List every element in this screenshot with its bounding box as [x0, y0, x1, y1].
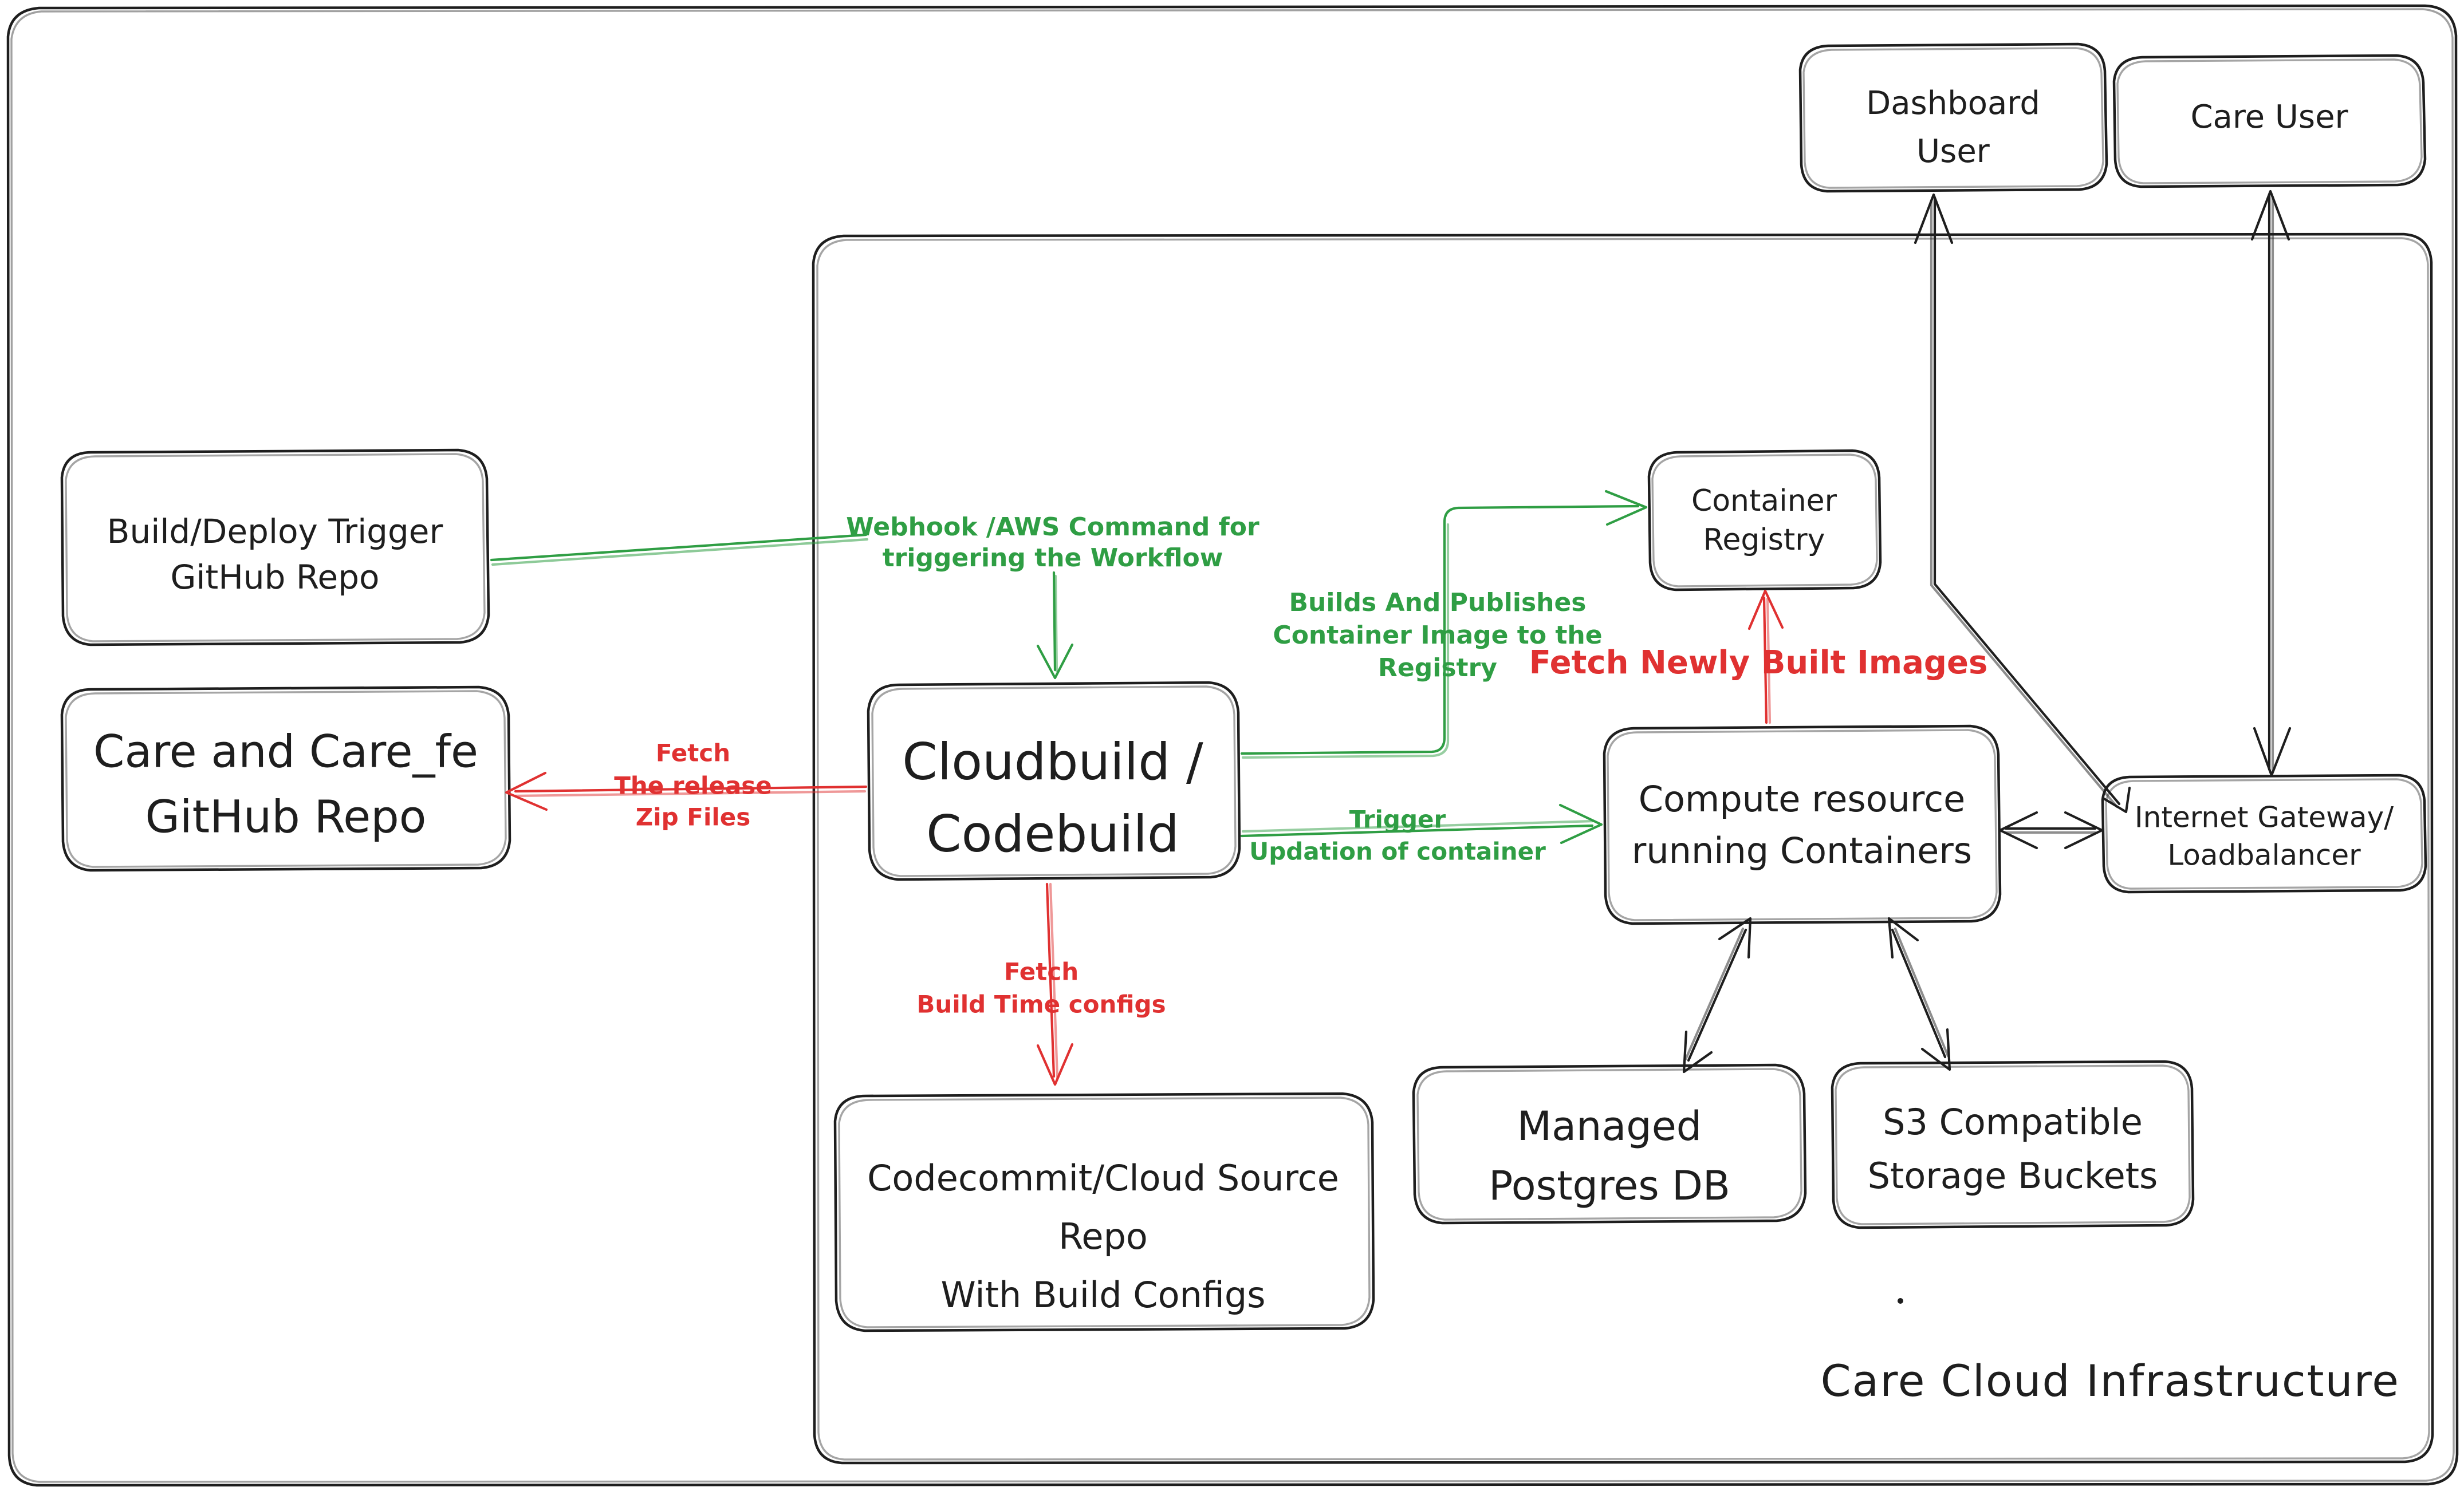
diagram-canvas: Care Cloud Infrastructure Build/Deploy T… — [6, 4, 2459, 1487]
node-care-user[interactable]: Care User — [2112, 54, 2427, 188]
node-label-line: Loadbalancer — [2167, 839, 2361, 872]
node-label-line: running Containers — [1632, 830, 1972, 871]
edge-compute-to-s3 — [1887, 917, 1951, 1071]
node-dashboard-user[interactable]: Dashboard User — [1798, 42, 2108, 193]
edge-label-fetch-newly-built-images: Fetch Newly Built Images — [1529, 644, 1988, 681]
edge-label-line: The release — [614, 772, 772, 800]
node-compute-resource[interactable]: Compute resource running Containers — [1603, 724, 2002, 925]
edge-label-fetch-build-time-configs: Fetch Build Time configs — [916, 958, 1166, 1019]
node-label-line: GitHub Repo — [145, 791, 426, 843]
node-label-line: Internet Gateway/ — [2135, 801, 2394, 834]
node-managed-postgres-db[interactable]: Managed Postgres DB — [1412, 1063, 1807, 1225]
edge-label-line: Webhook /AWS Command for — [846, 512, 1259, 542]
node-label-line: With Build Configs — [940, 1274, 1265, 1316]
node-label-line: Care User — [2190, 98, 2348, 136]
node-s3-storage-buckets[interactable]: S3 Compatible Storage Buckets — [1831, 1060, 2195, 1229]
edge-label-line: Builds And Publishes — [1289, 588, 1587, 617]
edge-label-line: Updation of container — [1249, 838, 1546, 866]
node-internet-gateway-loadbalancer[interactable]: Internet Gateway/ Loadbalancer — [2101, 774, 2427, 894]
edge-gateway-to-dashboard-user — [1914, 193, 2131, 814]
edge-label-line: Zip Files — [636, 803, 751, 831]
edge-label-line: Fetch — [1004, 958, 1079, 986]
node-build-deploy-trigger[interactable]: Build/Deploy Trigger GitHub Repo — [60, 448, 490, 646]
edge-label-line: Fetch — [656, 739, 730, 767]
node-label-line: Repo — [1058, 1216, 1148, 1257]
node-label-line: User — [1916, 133, 1990, 170]
node-care-github-repo[interactable]: Care and Care_fe GitHub Repo — [60, 685, 511, 872]
architecture-diagram: Care Cloud Infrastructure Build/Deploy T… — [0, 0, 2464, 1491]
node-label-line: Care and Care_fe — [93, 726, 478, 778]
node-label-line: S3 Compatible — [1883, 1101, 2143, 1143]
node-label-line: Registry — [1703, 523, 1825, 557]
edge-label-fetch-release-zip-files: Fetch The release Zip Files — [614, 739, 772, 831]
node-codecommit-cloud-source-repo[interactable]: Codecommit/Cloud Source Repo With Build … — [833, 1092, 1375, 1332]
edge-label-line: Fetch Newly Built Images — [1529, 644, 1988, 681]
edge-compute-to-postgres — [1682, 917, 1752, 1074]
node-label-line: Compute resource — [1639, 778, 1966, 820]
edge-label-line: Registry — [1378, 653, 1497, 683]
node-label-line: Container — [1691, 484, 1837, 518]
node-container-registry[interactable]: Container Registry — [1647, 449, 1882, 591]
node-label-line: Postgres DB — [1489, 1162, 1730, 1209]
node-label-line: Cloudbuild / — [902, 732, 1203, 791]
node-label-line: Dashboard — [1866, 85, 2040, 122]
node-label-line: Storage Buckets — [1868, 1155, 2158, 1197]
edge-label-line: triggering the Workflow — [883, 543, 1223, 573]
node-label-line: Codecommit/Cloud Source — [867, 1157, 1339, 1199]
node-label-line: Managed — [1517, 1103, 1702, 1150]
edge-label-line: Trigger — [1349, 806, 1446, 834]
edge-label-webhook: Webhook /AWS Command for triggering the … — [846, 512, 1259, 573]
edge-gateway-to-care-user — [2250, 190, 2292, 777]
node-label-line: Build/Deploy Trigger — [107, 512, 443, 551]
node-label-line: Codebuild — [926, 804, 1179, 863]
node-cloudbuild-codebuild[interactable]: Cloudbuild / Codebuild — [867, 681, 1241, 881]
edge-label-line: Build Time configs — [916, 991, 1166, 1019]
edge-compute-to-gateway — [1998, 811, 2104, 850]
stray-dot — [1898, 1298, 1903, 1304]
cloud-frame-title: Care Cloud Infrastructure — [1821, 1355, 2400, 1406]
node-label-line: GitHub Repo — [170, 558, 379, 597]
